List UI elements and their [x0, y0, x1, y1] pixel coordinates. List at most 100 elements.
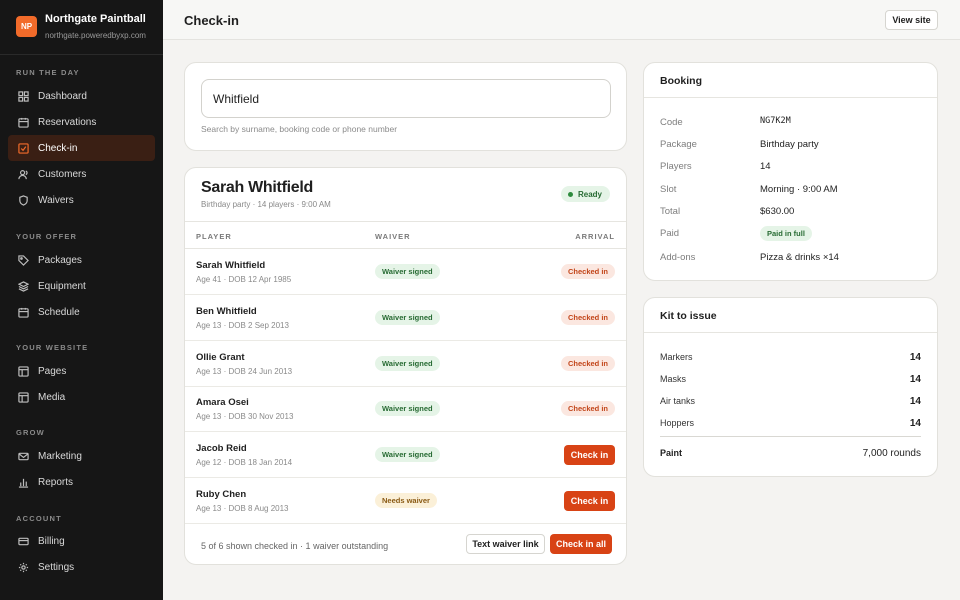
check-in-button[interactable]: Check in [564, 445, 615, 465]
player-name: Amara Osei [196, 397, 249, 408]
sidebar-item-label: Billing [38, 535, 65, 547]
table-row: Ruby Chen Age 13 · DOB 8 Aug 2013 Needs … [185, 478, 626, 524]
booking-title: Booking [660, 75, 702, 87]
sidebar-item-settings[interactable]: Settings [8, 554, 155, 580]
sidebar-item-customers[interactable]: Customers [8, 161, 155, 187]
nav-section-run: RUN THE DAY [16, 68, 80, 77]
table-row: Jacob Reid Age 12 · DOB 18 Jan 2014 Waiv… [185, 432, 626, 478]
paint-value: 7,000 rounds [862, 448, 921, 459]
sidebar-item-equipment[interactable]: Equipment [8, 273, 155, 299]
sidebar-item-label: Waivers [38, 194, 74, 206]
arrival-badge: Checked in [560, 310, 615, 325]
text-waiver-link-button[interactable]: Text waiver link [466, 534, 545, 554]
layout-icon [17, 365, 29, 377]
sidebar-item-label: Reports [38, 476, 74, 488]
sidebar-item-label: Customers [38, 168, 87, 180]
sidebar-item-label: Pages [38, 365, 67, 377]
column-header-player: PLAYER [196, 232, 232, 241]
table-row: Sarah Whitfield Age 41 · DOB 12 Apr 1985… [185, 249, 626, 295]
player-name: Ruby Chen [196, 489, 247, 500]
player-name: Ben Whitfield [196, 306, 257, 317]
booking-total: $630.00 [760, 206, 795, 217]
player-name: Sarah Whitfield [196, 260, 266, 271]
player-meta: Age 13 · DOB 8 Aug 2013 [196, 504, 289, 513]
search-card: Whitfield Search by surname, booking cod… [184, 62, 627, 151]
divider [644, 97, 937, 98]
booking-label: Code [660, 117, 683, 128]
table-row: Ben Whitfield Age 13 · DOB 2 Sep 2013 Wa… [185, 295, 626, 341]
waiver-badge: Needs waiver [375, 493, 437, 508]
sidebar-item-pages[interactable]: Pages [8, 358, 155, 384]
divider [660, 436, 921, 437]
check-in-button[interactable]: Check in [564, 491, 615, 511]
brand-name: Northgate Paintball [45, 13, 146, 25]
gear-icon [17, 561, 29, 573]
table-header: PLAYER WAIVER ARRIVAL [185, 221, 626, 249]
search-helper-text: Search by surname, booking code or phone… [201, 124, 398, 134]
kit-item-value: 14 [909, 352, 921, 363]
booking-label: Paid [660, 228, 680, 239]
sidebar-item-reports[interactable]: Reports [8, 469, 155, 495]
sidebar-item-label: Check-in [38, 142, 78, 154]
arrival-badge: Checked in [560, 356, 615, 371]
sidebar-item-waivers[interactable]: Waivers [8, 187, 155, 213]
kit-item-label: Air tanks [660, 396, 696, 406]
kit-title: Kit to issue [660, 310, 717, 322]
brand-logo: NP [16, 16, 37, 37]
player-name: Ollie Grant [196, 352, 245, 363]
sidebar-item-media[interactable]: Media [8, 384, 155, 410]
booking-label: Slot [660, 184, 677, 195]
booking-package: Birthday party [760, 139, 819, 150]
view-site-button[interactable]: View site [885, 10, 938, 30]
waiver-badge: Waiver signed [375, 264, 440, 279]
sidebar-item-dashboard[interactable]: Dashboard [8, 83, 155, 109]
search-input[interactable]: Whitfield [201, 79, 611, 118]
player-name: Jacob Reid [196, 443, 247, 454]
checkin-summary: 5 of 6 shown checked in · 1 waiver outst… [201, 541, 389, 551]
sidebar-item-label: Schedule [38, 306, 80, 318]
player-meta: Age 13 · DOB 30 Nov 2013 [196, 412, 294, 421]
booking-label: Players [660, 161, 692, 172]
guest-card: Sarah Whitfield Birthday party · 14 play… [184, 167, 627, 565]
waiver-badge: Waiver signed [375, 447, 440, 462]
sidebar-item-packages[interactable]: Packages [8, 247, 155, 273]
guest-name: Sarah Whitfield [201, 179, 313, 196]
layout-icon [17, 391, 29, 403]
guest-subtitle: Birthday party · 14 players · 9:00 AM [201, 200, 331, 209]
kit-item-value: 14 [909, 374, 921, 385]
status-badge: Ready [560, 186, 610, 202]
sidebar-item-marketing[interactable]: Marketing [8, 443, 155, 469]
sidebar-item-billing[interactable]: Billing [8, 528, 155, 554]
check-square-icon [17, 142, 29, 154]
booking-label: Package [660, 139, 697, 150]
paint-label: Paint [660, 448, 683, 458]
waiver-badge: Waiver signed [375, 356, 440, 371]
nav-section-website: YOUR WEBSITE [16, 343, 89, 352]
table-row: Ollie Grant Age 13 · DOB 24 Jun 2013 Wai… [185, 341, 626, 387]
nav-section-account: ACCOUNT [16, 514, 62, 523]
sidebar-item-reservations[interactable]: Reservations [8, 109, 155, 135]
player-meta: Age 13 · DOB 24 Jun 2013 [196, 367, 293, 376]
sidebar-item-label: Dashboard [38, 90, 87, 102]
sidebar-item-label: Reservations [38, 116, 97, 128]
bar-chart-icon [17, 476, 29, 488]
check-in-all-button[interactable]: Check in all [550, 534, 612, 554]
calendar-icon [17, 116, 29, 128]
player-meta: Age 13 · DOB 2 Sep 2013 [196, 321, 289, 330]
kit-item-value: 14 [909, 396, 921, 407]
waiver-badge: Waiver signed [375, 310, 440, 325]
nav-section-grow: GROW [16, 428, 45, 437]
sidebar-item-label: Settings [38, 561, 75, 573]
column-header-waiver: WAIVER [375, 232, 411, 241]
sidebar-item-check-in[interactable]: Check-in [8, 135, 155, 161]
kit-card: Kit to issue Markers 14 Masks 14 Air tan… [643, 297, 938, 477]
brand-url[interactable]: northgate.poweredbyxp.com [45, 31, 146, 40]
arrival-badge: Checked in [560, 401, 615, 416]
sidebar-item-schedule[interactable]: Schedule [8, 299, 155, 325]
kit-item-label: Masks [660, 374, 687, 384]
kit-item-label: Hoppers [660, 418, 695, 428]
topbar: Check-in View site [163, 0, 960, 40]
player-meta: Age 41 · DOB 12 Apr 1985 [196, 275, 292, 284]
booking-label: Total [660, 206, 681, 217]
page-title: Check-in [184, 13, 239, 28]
